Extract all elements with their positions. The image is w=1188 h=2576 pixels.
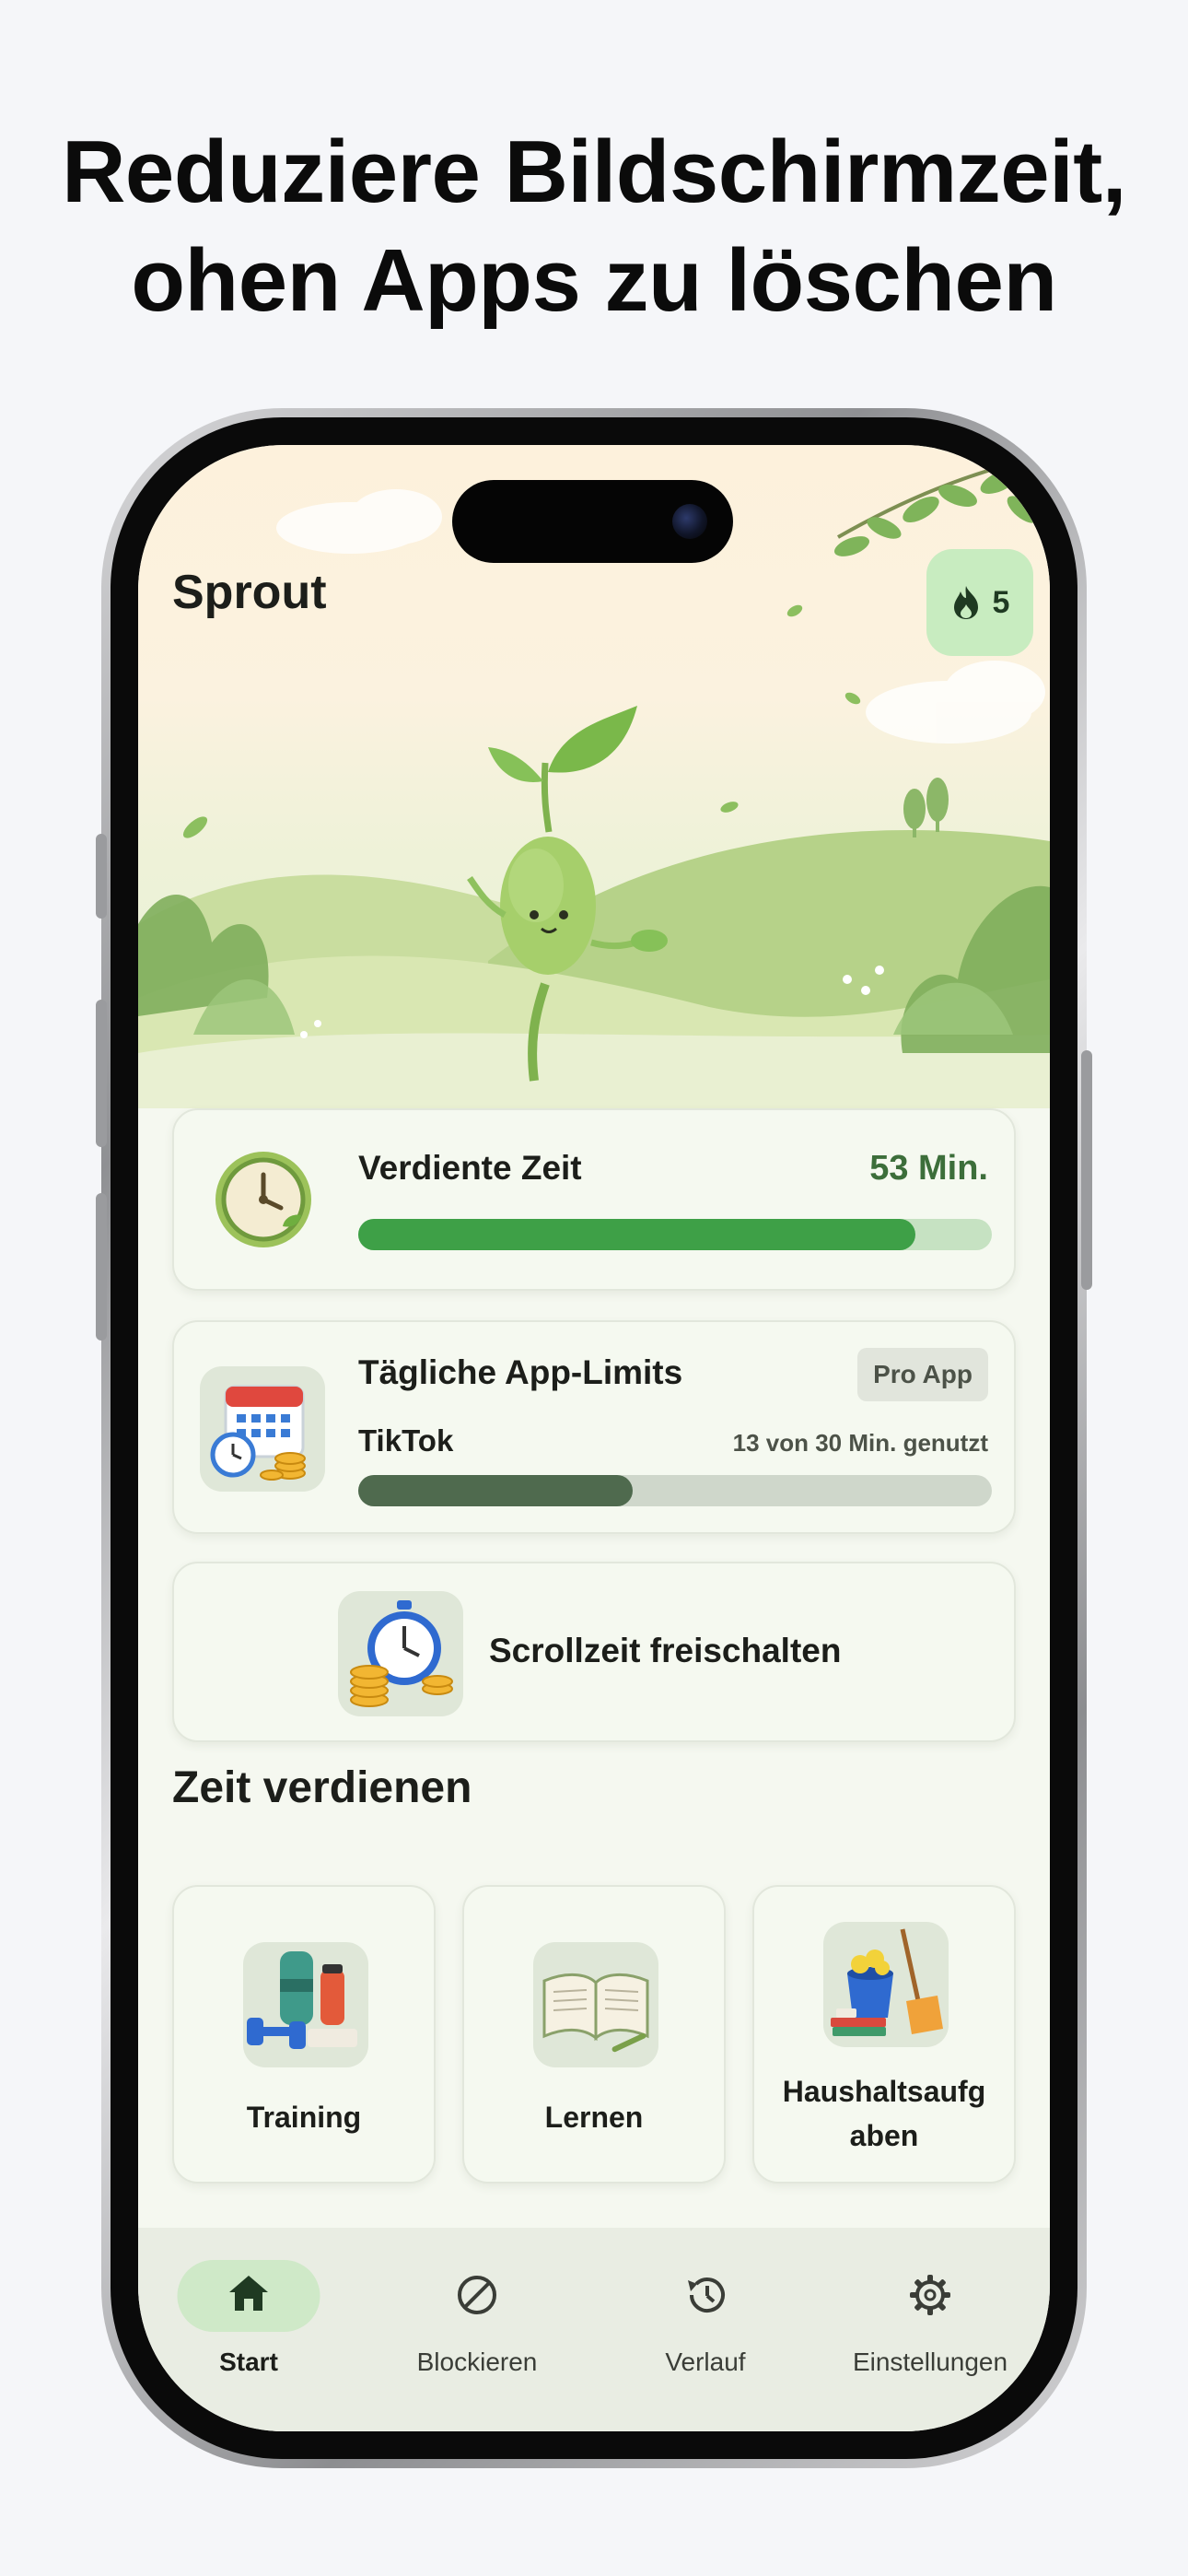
earn-tile-label-household: Haushaltsaufg aben xyxy=(782,2075,986,2152)
tab-start-label: Start xyxy=(219,2348,278,2376)
gear-icon xyxy=(910,2275,950,2315)
training-icon-tile xyxy=(243,1942,368,2067)
power-button xyxy=(1081,1050,1092,1290)
book-icon xyxy=(542,1973,649,2053)
learning-icon-tile xyxy=(533,1942,658,2067)
volume-down-button xyxy=(96,1193,107,1341)
tab-einstellungen-label: Einstellungen xyxy=(852,2348,1008,2376)
earn-tile-label-training: Training xyxy=(246,2101,362,2134)
app-screen: Sprout 5 Verdiente Zeit 53 Min. Tägliche… xyxy=(138,445,1050,2431)
earned-time-progress-fill xyxy=(358,1219,916,1250)
headline-line-2: ohen Apps zu löschen xyxy=(131,231,1057,330)
volume-up-button xyxy=(96,1000,107,1147)
earn-tile-training[interactable]: Training xyxy=(172,1885,436,2184)
unlock-icon-tile xyxy=(338,1591,463,1716)
tab-blockieren[interactable]: Blockieren xyxy=(367,2255,588,2394)
streak-button[interactable]: 5 xyxy=(926,549,1033,656)
limited-app-usage: 13 von 30 Min. genutzt xyxy=(732,1429,988,1457)
household-icon-tile xyxy=(823,1922,949,2047)
tab-start[interactable]: Start xyxy=(138,2255,359,2394)
unlock-scroll-time-button[interactable]: Scrollzeit freischalten xyxy=(172,1562,1016,1742)
app-limit-progress-fill xyxy=(358,1475,634,1506)
calendar-coins-icon xyxy=(210,1385,306,1481)
pro-app-badge[interactable]: Pro App xyxy=(857,1348,988,1401)
app-limit-progress-track xyxy=(358,1475,992,1506)
tab-verlauf[interactable]: Verlauf xyxy=(595,2255,816,2394)
action-button xyxy=(96,834,107,919)
earned-time-value: 53 Min. xyxy=(869,1149,988,1188)
block-icon xyxy=(458,2276,496,2314)
streak-count: 5 xyxy=(992,584,1010,620)
dynamic-island xyxy=(452,480,733,563)
app-limits-card[interactable]: Tägliche App-Limits Pro App TikTok 13 vo… xyxy=(172,1320,1016,1534)
earn-tile-learning[interactable]: Lernen xyxy=(462,1885,726,2184)
headline-line-1: Reduziere Bildschirmzeit, xyxy=(62,123,1126,221)
earn-tile-household[interactable]: Haushaltsaufg aben xyxy=(752,1885,1016,2184)
cleaning-icon xyxy=(831,1928,943,2036)
bottom-tab-bar: Start Blockieren Verlauf Einstellungen xyxy=(138,2228,1050,2431)
stopwatch-coins-icon xyxy=(350,1600,453,1707)
history-icon xyxy=(688,2277,725,2313)
earned-time-card[interactable]: Verdiente Zeit 53 Min. xyxy=(172,1108,1016,1291)
camera-lens xyxy=(672,504,707,539)
app-limits-title: Tägliche App-Limits xyxy=(358,1353,683,1391)
app-limits-icon-tile xyxy=(200,1366,325,1492)
tab-verlauf-label: Verlauf xyxy=(665,2348,746,2376)
home-icon xyxy=(229,2276,268,2311)
headline: Reduziere Bildschirmzeit, ohen Apps zu l… xyxy=(0,118,1188,335)
flame-icon xyxy=(953,586,978,619)
dumbbell-icon xyxy=(247,1951,357,2049)
earn-section-title: Zeit verdienen xyxy=(172,1763,472,1812)
earned-time-icon-tile xyxy=(211,1147,316,1252)
tab-blockieren-label: Blockieren xyxy=(416,2348,538,2376)
earned-time-label: Verdiente Zeit xyxy=(358,1149,582,1187)
tab-einstellungen[interactable]: Einstellungen xyxy=(820,2255,1041,2394)
earn-tile-label-learning: Lernen xyxy=(544,2101,644,2134)
app-title: Sprout xyxy=(172,566,327,619)
earned-time-progress-track xyxy=(358,1219,992,1250)
unlock-scroll-time-label: Scrollzeit freischalten xyxy=(489,1632,842,1669)
clock-icon xyxy=(215,1152,311,1247)
limited-app-name: TikTok xyxy=(358,1423,454,1458)
